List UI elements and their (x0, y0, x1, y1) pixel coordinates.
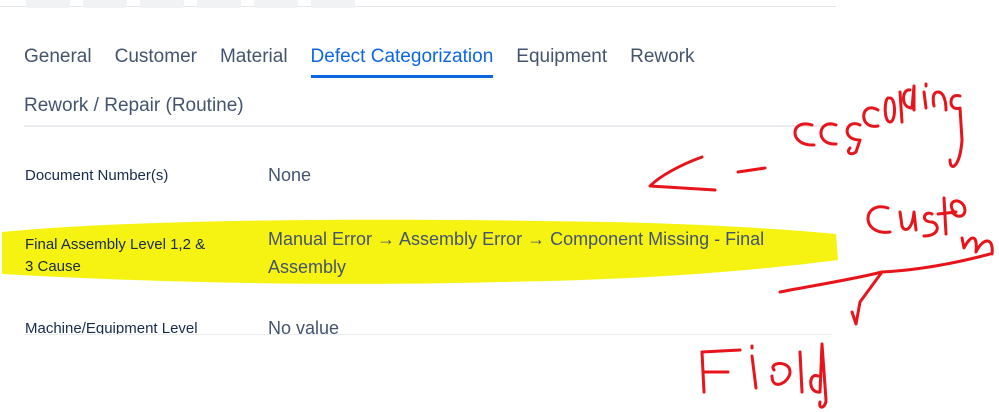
tab-defect-categorization[interactable]: Defect Categorization (311, 44, 494, 78)
toolbar-placeholder-button[interactable] (311, 0, 355, 8)
tab-divider (24, 125, 832, 127)
tab-customer[interactable]: Customer (115, 44, 197, 70)
tab-rework[interactable]: Rework (630, 44, 694, 70)
machine-equipment-value[interactable]: No value (268, 314, 339, 334)
custom-word (866, 196, 994, 256)
document-number-label: Document Number(s) (25, 167, 169, 184)
machine-equipment-label: Machine/Equipment Level (25, 320, 198, 334)
tab-rework-repair-routine[interactable]: Rework / Repair (Routine) (24, 93, 244, 119)
final-assembly-value-line1[interactable]: Manual Error → Assembly Error → Componen… (268, 225, 764, 253)
arrow-to-document-row (648, 155, 717, 192)
final-assembly-value-line2[interactable]: Assembly (268, 253, 346, 281)
final-assembly-label-line1: Final Assembly Level 1,2 & (25, 236, 206, 253)
toolbar-placeholder-button[interactable] (140, 0, 184, 8)
tab-bar: General Customer Material Defect Categor… (24, 44, 844, 121)
field-word (700, 342, 828, 409)
panel-bottom-border (24, 334, 832, 335)
document-number-value[interactable]: None (268, 161, 311, 189)
tab-equipment[interactable]: Equipment (516, 44, 607, 70)
toolbar-placeholder-button[interactable] (254, 0, 298, 8)
tab-general[interactable]: General (24, 44, 92, 70)
arrow-dash (736, 166, 767, 174)
final-assembly-label-line2: 3 Cause (25, 258, 81, 275)
toolbar-placeholder-button[interactable] (197, 0, 241, 8)
machine-row-clip: Machine/Equipment Level No value (0, 312, 840, 334)
top-toolbar-strip (0, 0, 836, 8)
tab-material[interactable]: Material (220, 44, 288, 70)
toolbar-placeholder-button[interactable] (26, 0, 70, 8)
toolbar-placeholder-button[interactable] (83, 0, 127, 8)
